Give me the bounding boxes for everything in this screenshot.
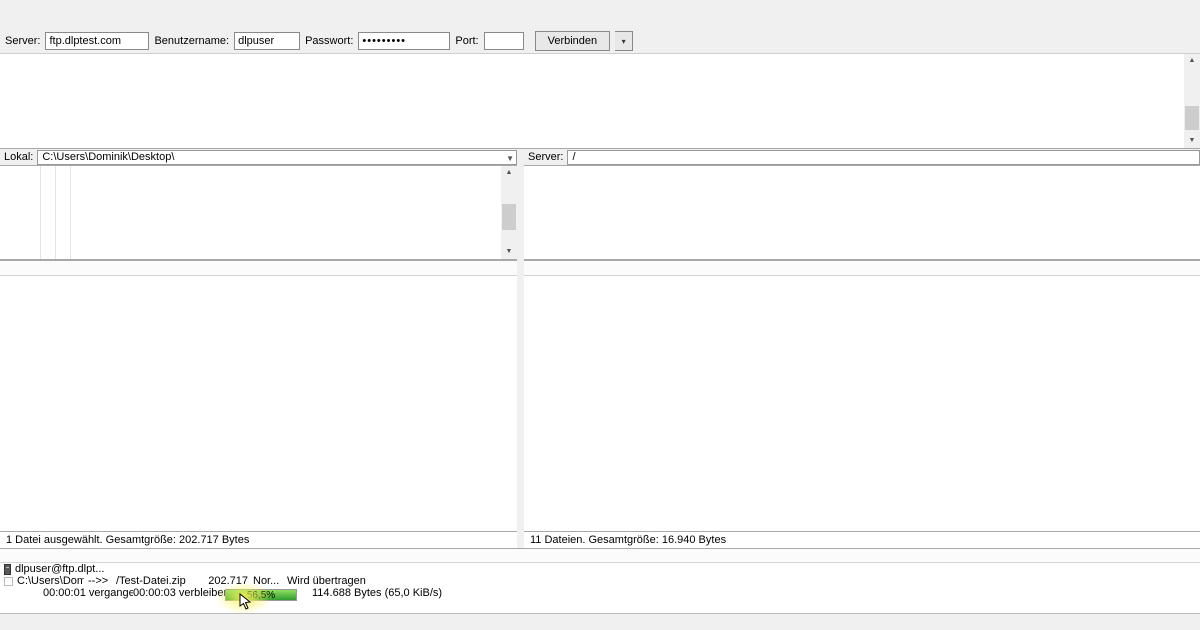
path-row: Lokal: C:\Users\Dominik\Desktop\ ▼ Serve… bbox=[0, 149, 1200, 165]
time-elapsed: 00:00:01 vergangen bbox=[43, 587, 133, 599]
local-tree-scroll-thumb[interactable] bbox=[502, 204, 516, 230]
local-status-bar: 1 Datei ausgewählt. Gesamtgröße: 202.717… bbox=[0, 531, 517, 548]
remote-path-input[interactable]: / bbox=[567, 150, 1200, 165]
mouse-cursor bbox=[239, 593, 253, 611]
transfer-queue: dlpuser@ftp.dlpt... C:\Users\Domin... --… bbox=[0, 548, 1200, 613]
remote-tree-panel bbox=[524, 165, 1200, 260]
toolbar bbox=[0, 8, 1200, 29]
chevron-down-icon[interactable]: ▼ bbox=[506, 152, 514, 165]
queue-transfer-row[interactable]: C:\Users\Domin... -->> /Test-Datei.zip 2… bbox=[0, 575, 1200, 587]
scroll-up-icon[interactable]: ▲ bbox=[501, 166, 517, 180]
port-input[interactable] bbox=[484, 32, 524, 50]
local-path-input[interactable]: C:\Users\Dominik\Desktop\ ▼ bbox=[37, 150, 517, 165]
server-icon bbox=[4, 564, 11, 575]
quickconnect-bar: Server: Benutzername: Passwort: Port: Ve… bbox=[0, 29, 1200, 54]
time-remaining: 00:00:03 verbleibend bbox=[133, 587, 228, 599]
scroll-down-icon[interactable]: ▼ bbox=[1184, 134, 1200, 148]
menu-bar bbox=[0, 0, 1200, 8]
filezilla-window: Server: Benutzername: Passwort: Port: Ve… bbox=[0, 0, 1200, 630]
local-list-header[interactable] bbox=[0, 261, 517, 276]
connect-button[interactable]: Verbinden bbox=[535, 31, 611, 51]
password-label: Passwort: bbox=[305, 35, 353, 47]
queue-header[interactable] bbox=[0, 549, 1200, 563]
queue-connection-label: dlpuser@ftp.dlpt... bbox=[15, 563, 104, 575]
username-input[interactable] bbox=[234, 32, 300, 50]
server-label: Server: bbox=[5, 35, 40, 47]
local-path-label: Lokal: bbox=[0, 151, 37, 163]
transfer-direction: -->> bbox=[88, 575, 114, 587]
queue-status: Wird übertragen bbox=[287, 575, 407, 587]
queue-local-file: C:\Users\Domin... bbox=[17, 575, 84, 587]
log-scrollbar[interactable]: ▲ ▼ bbox=[1184, 54, 1200, 148]
remote-status-bar: 11 Dateien. Gesamtgröße: 16.940 Bytes bbox=[524, 531, 1200, 548]
progress-label: 56,5% bbox=[226, 590, 296, 601]
queue-tabs bbox=[0, 613, 1200, 630]
scroll-down-icon[interactable]: ▼ bbox=[501, 245, 517, 259]
queue-priority: Nor... bbox=[253, 575, 283, 587]
server-input[interactable] bbox=[45, 32, 149, 50]
password-input[interactable] bbox=[358, 32, 450, 50]
file-checkbox-icon bbox=[4, 577, 13, 586]
message-log: ▲ ▼ bbox=[0, 54, 1200, 149]
port-label: Port: bbox=[455, 35, 478, 47]
username-label: Benutzername: bbox=[154, 35, 229, 47]
transfer-rate: 114.688 Bytes (65,0 KiB/s) bbox=[312, 587, 492, 599]
local-tree-panel: ▲ ▼ bbox=[0, 165, 517, 260]
remote-path-value: / bbox=[572, 151, 575, 164]
local-tree-scrollbar[interactable]: ▲ ▼ bbox=[501, 166, 517, 259]
local-file-list bbox=[0, 260, 517, 531]
log-scroll-thumb[interactable] bbox=[1185, 106, 1199, 130]
scroll-up-icon[interactable]: ▲ bbox=[1184, 54, 1200, 68]
progress-bar: 56,5% bbox=[225, 589, 297, 601]
local-path-value: C:\Users\Dominik\Desktop\ bbox=[42, 151, 174, 164]
queue-progress-row: 00:00:01 vergangen 00:00:03 verbleibend … bbox=[0, 587, 1200, 604]
remote-list-header[interactable] bbox=[524, 261, 1200, 276]
queue-size: 202.717 bbox=[208, 575, 248, 587]
connect-dropdown-button[interactable]: ▾ bbox=[615, 31, 633, 51]
remote-file-list bbox=[524, 260, 1200, 531]
queue-connection-row[interactable]: dlpuser@ftp.dlpt... bbox=[0, 563, 1200, 575]
remote-path-label: Server: bbox=[524, 151, 567, 163]
